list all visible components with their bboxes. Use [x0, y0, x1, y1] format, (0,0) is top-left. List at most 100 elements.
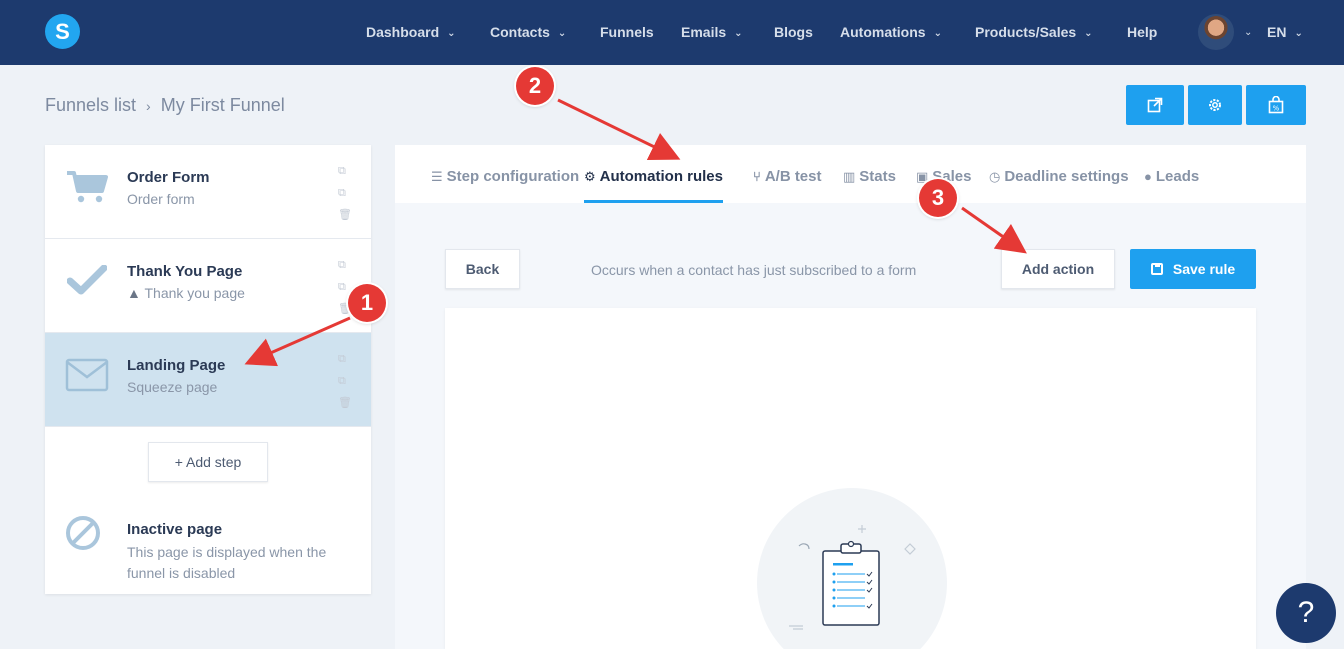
cart-icon [65, 167, 109, 207]
step-subtitle-text: Thank you page [144, 285, 245, 301]
top-navbar: S Dashboard ⌄ Contacts ⌄ Funnels Emails ⌄ B… [0, 0, 1344, 65]
nav-label: Help [1127, 24, 1158, 40]
rule-trigger-text: Occurs when a contact has just subscribe… [591, 262, 917, 278]
breadcrumb-parent-link[interactable]: Funnels list [45, 95, 136, 115]
sales-settings-button[interactable]: % [1246, 85, 1306, 125]
help-button[interactable]: ? [1276, 583, 1336, 643]
step-actions: ⧉ ⧉ 🗑 [338, 353, 354, 419]
settings-button[interactable] [1188, 85, 1242, 125]
step-order-form[interactable]: Order Form Order form ⧉ ⧉ 🗑 [45, 145, 371, 239]
inactive-page-description: This page is displayed when the funnel i… [127, 544, 327, 581]
add-step-button[interactable]: + Add step [148, 442, 268, 482]
chevron-down-icon: ⌄ [447, 28, 456, 39]
warning-icon: ▲ [127, 285, 141, 301]
nav-emails[interactable]: Emails ⌄ [681, 0, 743, 65]
gear-icon [1209, 99, 1221, 111]
clipboard-illustration [757, 488, 947, 649]
trash-icon[interactable]: 🗑 [338, 397, 352, 409]
duplicate-icon[interactable]: ⧉ [338, 375, 350, 387]
check-icon [65, 261, 109, 301]
annotation-badge: 1 [348, 284, 386, 322]
save-rule-label: Save rule [1172, 261, 1236, 277]
tab-label: Stats [859, 168, 896, 185]
nav-label: Products/Sales [975, 24, 1077, 40]
save-icon [1150, 263, 1163, 275]
tab-deadline-settings[interactable]: ◷ Deadline settings [989, 145, 1129, 203]
add-action-button[interactable]: Add action [1001, 249, 1115, 289]
open-external-button[interactable] [1126, 85, 1184, 125]
duplicate-icon[interactable]: ⧉ [338, 281, 350, 293]
tab-stats[interactable]: ▥ Stats [843, 145, 896, 203]
save-rule-button[interactable]: Save rule [1130, 249, 1256, 289]
chevron-down-icon: ⌄ [933, 28, 942, 39]
duplicate-icon[interactable]: ⧉ [338, 187, 350, 199]
nav-label: Contacts [490, 24, 550, 40]
step-landing-page[interactable]: Landing Page Squeeze page ⧉ ⧉ 🗑 [45, 333, 371, 427]
trash-icon[interactable]: 🗑 [338, 209, 352, 221]
chevron-down-icon: ⌄ [1084, 28, 1093, 39]
copy-icon[interactable]: ⧉ [338, 165, 350, 177]
ban-icon [65, 515, 101, 551]
cogs-icon: ⚙ [584, 169, 596, 184]
nav-contacts[interactable]: Contacts ⌄ [490, 0, 566, 65]
list-icon: ☰ [431, 169, 443, 184]
tab-label: Step configuration [446, 168, 580, 185]
tab-label: Leads [1155, 168, 1200, 185]
copy-icon[interactable]: ⧉ [338, 353, 350, 365]
copy-icon[interactable]: ⧉ [338, 259, 350, 271]
funnel-steps-panel: Order Form Order form ⧉ ⧉ 🗑 Thank You Pa… [45, 145, 371, 594]
step-subtitle: Order form [127, 191, 195, 207]
chevron-down-icon: ⌄ [557, 28, 567, 39]
user-avatar[interactable] [1198, 14, 1234, 50]
tab-leads[interactable]: ● Leads [1144, 145, 1199, 203]
envelope-icon [65, 355, 109, 395]
nav-label: Emails [681, 24, 727, 40]
svg-text:%: % [1273, 105, 1280, 113]
breadcrumb-current: My First Funnel [160, 95, 285, 115]
step-thank-you-page[interactable]: Thank You Page ▲ Thank you page ⧉ ⧉ 🗑 [45, 239, 371, 333]
language-selector[interactable]: EN ⌄ [1267, 0, 1303, 65]
step-actions: ⧉ ⧉ 🗑 [338, 165, 354, 231]
nav-label: Dashboard [366, 24, 440, 40]
nav-label: Automations [840, 24, 926, 40]
step-title: Thank You Page [127, 263, 243, 280]
clock-icon: ◷ [989, 169, 1001, 184]
bar-chart-icon: ▥ [843, 169, 856, 184]
step-subtitle: Squeeze page [127, 379, 218, 395]
nav-label: Funnels [600, 24, 654, 40]
chevron-down-icon: ⌄ [1294, 28, 1303, 39]
nav-automations[interactable]: Automations ⌄ [840, 0, 942, 65]
chevron-right-icon: › [146, 98, 151, 114]
shopping-bag-icon: % [1268, 96, 1284, 114]
rule-canvas [445, 308, 1256, 649]
chevron-down-icon[interactable]: ⌄ [1244, 0, 1252, 65]
tab-ab-test[interactable]: ⑂ A/B test [753, 145, 822, 203]
tab-automation-rules[interactable]: ⚙ Automation rules [584, 145, 723, 203]
tab-label: Automation rules [599, 168, 723, 185]
users-icon: ● [1144, 169, 1152, 184]
inactive-page-title[interactable]: Inactive page [127, 521, 222, 538]
tab-step-configuration[interactable]: ☰ Step configuration [431, 145, 579, 203]
breadcrumb: Funnels list › My First Funnel [45, 95, 285, 116]
annotation-badge: 2 [516, 67, 554, 105]
language-label: EN [1267, 24, 1287, 40]
step-detail-panel: ☰ Step configuration ⚙ Automation rules ⑂ A… [395, 145, 1306, 649]
app-logo[interactable]: S [45, 14, 80, 49]
nav-label: Blogs [774, 24, 813, 40]
nav-help[interactable]: Help [1127, 0, 1157, 65]
nav-products-sales[interactable]: Products/Sales ⌄ [975, 0, 1093, 65]
step-subtitle: ▲ Thank you page [127, 285, 245, 301]
step-title: Order Form [127, 169, 210, 186]
nav-blogs[interactable]: Blogs [774, 0, 813, 65]
nav-funnels[interactable]: Funnels [600, 0, 654, 65]
chevron-down-icon: ⌄ [734, 28, 743, 39]
annotation-badge: 3 [919, 179, 957, 217]
tab-label: A/B test [764, 168, 822, 185]
step-tabs: ☰ Step configuration ⚙ Automation rules ⑂ A… [395, 145, 1306, 203]
nav-dashboard[interactable]: Dashboard ⌄ [366, 0, 456, 65]
back-button[interactable]: Back [445, 249, 520, 289]
external-link-icon [1147, 97, 1163, 113]
step-title: Landing Page [127, 357, 226, 374]
split-icon: ⑂ [753, 169, 761, 184]
tab-label: Deadline settings [1004, 168, 1129, 185]
